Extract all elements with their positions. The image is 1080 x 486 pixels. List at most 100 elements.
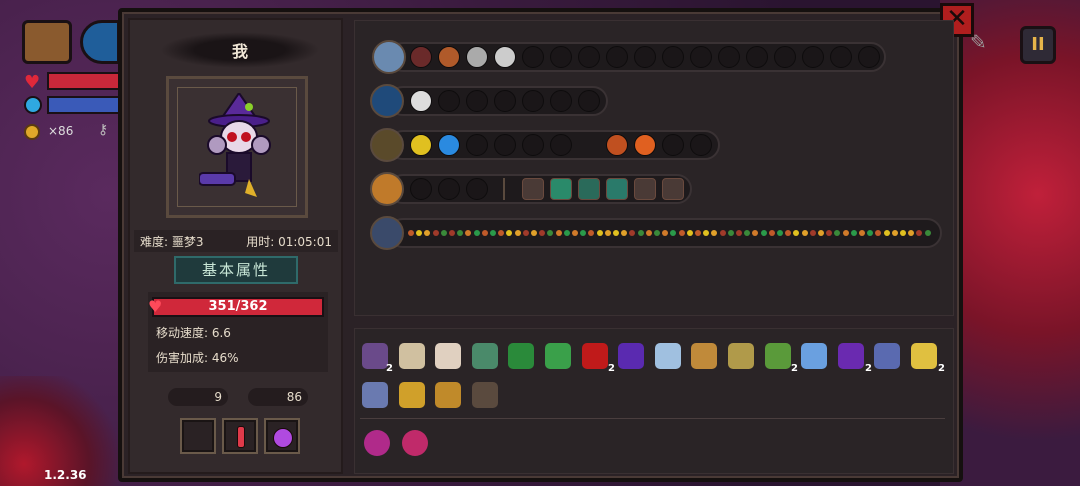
empty-slot[interactable] <box>802 46 824 68</box>
trophy-icon[interactable] <box>398 382 425 408</box>
bead <box>473 230 480 236</box>
player-mana-bar <box>47 96 119 114</box>
lantern-icon[interactable] <box>728 343 754 369</box>
bead <box>555 230 562 236</box>
upgrade-slot[interactable] <box>410 90 432 112</box>
empty-slot[interactable] <box>522 134 544 156</box>
bead <box>842 230 849 236</box>
clover-icon[interactable] <box>545 343 571 369</box>
relic-slot[interactable] <box>578 178 600 200</box>
red-eye-icon[interactable] <box>581 343 608 369</box>
upgrade-slot[interactable] <box>466 46 488 68</box>
cape-icon[interactable] <box>618 343 645 369</box>
key-count: 9 <box>168 388 228 406</box>
magnifier-icon[interactable] <box>801 343 828 369</box>
blade-icon[interactable] <box>362 382 388 408</box>
empty-slot[interactable] <box>550 134 572 156</box>
mana-icon <box>24 96 42 114</box>
empty-slot[interactable] <box>634 46 656 68</box>
upgrade-slot[interactable] <box>634 134 656 156</box>
feather-icon[interactable] <box>435 343 462 369</box>
amber-gem-icon[interactable] <box>471 343 498 369</box>
hourglass-icon[interactable] <box>911 343 937 369</box>
eye-orb-icon[interactable] <box>402 430 428 456</box>
empty-slot[interactable] <box>466 178 488 200</box>
bead <box>924 230 931 236</box>
relic-slot[interactable] <box>550 178 572 200</box>
gem-icon[interactable] <box>370 172 404 206</box>
empty-slot[interactable] <box>550 46 572 68</box>
empty-slot[interactable] <box>858 46 880 68</box>
scroll-icon[interactable] <box>691 343 718 369</box>
consumable-slot-purple-potion[interactable] <box>264 418 300 454</box>
relic-slot[interactable] <box>522 178 544 200</box>
empty-slot[interactable] <box>438 90 460 112</box>
empty-slot[interactable] <box>578 46 600 68</box>
empty-slot[interactable] <box>690 46 712 68</box>
helmet-icon[interactable] <box>508 343 535 369</box>
witch-portrait-icon[interactable] <box>362 343 388 369</box>
bead <box>760 230 767 236</box>
empty-slot[interactable] <box>410 178 432 200</box>
upgrade-slot[interactable] <box>438 46 460 68</box>
witch-hat-icon[interactable] <box>837 343 864 369</box>
scepter-icon[interactable] <box>370 216 404 250</box>
bead <box>572 230 578 236</box>
tab-basic-attributes[interactable]: 基本属性 <box>174 256 298 284</box>
run-info: 难度: 噩梦3 用时: 01:05:01 <box>134 230 338 252</box>
track-divider <box>503 178 505 200</box>
robe-icon[interactable] <box>471 382 498 408</box>
bead <box>859 230 865 236</box>
wand-icon[interactable] <box>370 128 404 162</box>
empty-slot[interactable] <box>774 46 796 68</box>
empty-slot[interactable] <box>466 90 488 112</box>
bead <box>613 230 619 236</box>
consumable-slot-red-potion[interactable] <box>222 418 258 454</box>
staff-icon[interactable] <box>370 84 404 118</box>
hook-icon[interactable] <box>764 343 791 369</box>
bead <box>768 230 775 236</box>
bead <box>678 230 685 236</box>
chest-button[interactable] <box>22 20 72 64</box>
item-count: 2 <box>938 363 945 374</box>
curse-orb-icon[interactable] <box>364 430 390 456</box>
bead <box>432 230 439 236</box>
upgrade-slot[interactable] <box>410 134 432 156</box>
empty-slot[interactable] <box>550 90 572 112</box>
consumable-slot-empty[interactable] <box>180 418 216 454</box>
empty-slot[interactable] <box>690 134 712 156</box>
empty-slot[interactable] <box>466 134 488 156</box>
bow-icon[interactable] <box>398 343 425 369</box>
key-item-icon[interactable] <box>654 343 681 369</box>
empty-slot[interactable] <box>606 46 628 68</box>
empty-slot[interactable] <box>438 178 460 200</box>
bead <box>809 230 816 236</box>
weapon-button[interactable] <box>80 20 120 64</box>
empty-slot[interactable] <box>746 46 768 68</box>
empty-slot[interactable] <box>578 90 600 112</box>
upgrade-slot[interactable] <box>606 134 628 156</box>
empty-slot[interactable] <box>662 46 684 68</box>
upgrade-slot[interactable] <box>438 134 460 156</box>
empty-slot[interactable] <box>718 46 740 68</box>
bead <box>686 230 693 236</box>
relic-slot[interactable] <box>662 178 684 200</box>
bead <box>596 230 603 236</box>
glove-icon[interactable] <box>874 343 901 369</box>
chest-icon[interactable] <box>372 40 406 74</box>
item-count: 2 <box>386 363 393 374</box>
difficulty-label: 难度: 噩梦3 <box>140 235 204 249</box>
empty-slot[interactable] <box>522 46 544 68</box>
inventory-divider <box>360 418 945 419</box>
empty-slot[interactable] <box>494 134 516 156</box>
empty-slot[interactable] <box>662 134 684 156</box>
pause-button[interactable]: II <box>1020 26 1056 64</box>
pickaxe-icon[interactable] <box>435 382 462 408</box>
upgrade-slot[interactable] <box>494 46 516 68</box>
relic-slot[interactable] <box>634 178 656 200</box>
upgrade-slot[interactable] <box>410 46 432 68</box>
empty-slot[interactable] <box>522 90 544 112</box>
relic-slot[interactable] <box>606 178 628 200</box>
empty-slot[interactable] <box>830 46 852 68</box>
empty-slot[interactable] <box>494 90 516 112</box>
